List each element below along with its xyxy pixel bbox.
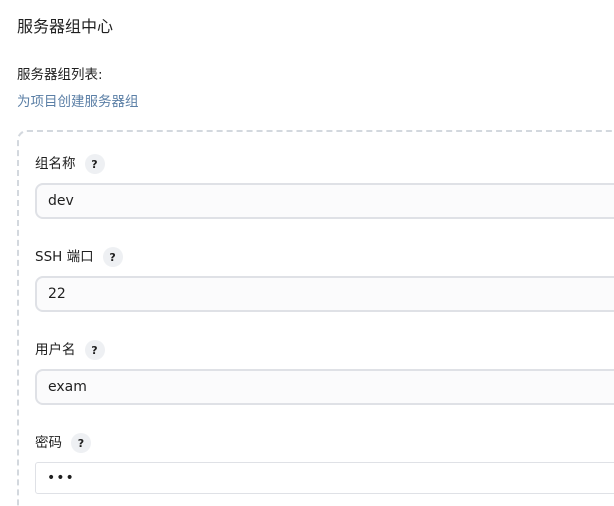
- password-label: 密码: [35, 435, 62, 451]
- username-label: 用户名: [35, 342, 76, 358]
- help-icon[interactable]: ?: [71, 433, 91, 453]
- help-icon[interactable]: ?: [84, 340, 105, 360]
- group-name-label-row: 组名称 ?: [35, 152, 105, 176]
- group-name-label: 组名称: [35, 156, 76, 172]
- create-group-link[interactable]: 为项目创建服务器组: [17, 93, 139, 111]
- server-group-page: 服务器组中心 服务器组列表: 为项目创建服务器组 组名称 ? SSH 端口 ? …: [0, 0, 614, 506]
- username-input[interactable]: [35, 369, 614, 405]
- help-icon[interactable]: ?: [102, 247, 123, 267]
- page-title: 服务器组中心: [17, 17, 114, 36]
- password-label-row: 密码 ?: [35, 431, 91, 455]
- group-list-label: 服务器组列表:: [17, 67, 103, 83]
- ssh-port-label: SSH 端口: [35, 249, 94, 265]
- password-input[interactable]: [35, 462, 614, 494]
- ssh-port-input[interactable]: [35, 276, 614, 312]
- help-icon[interactable]: ?: [84, 154, 105, 174]
- username-label-row: 用户名 ?: [35, 338, 105, 362]
- ssh-port-label-row: SSH 端口 ?: [35, 245, 123, 269]
- group-name-input[interactable]: [35, 183, 614, 219]
